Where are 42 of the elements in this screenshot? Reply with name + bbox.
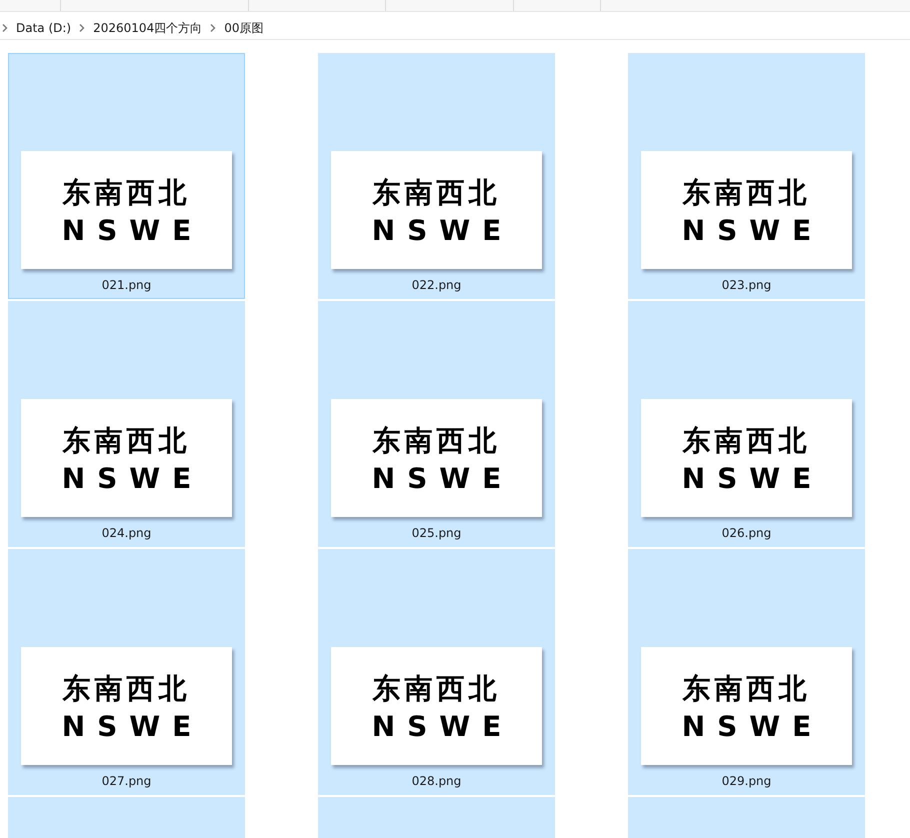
file-name: 023.png	[722, 278, 772, 292]
file-name: 029.png	[722, 774, 772, 788]
thumbnail-text: NSWE	[62, 462, 204, 494]
thumbnail-text: 东南西北	[682, 670, 810, 706]
breadcrumb-item[interactable]: 00原图	[224, 20, 264, 36]
thumbnail-text: NSWE	[372, 462, 514, 494]
thumbnail-text: NSWE	[682, 462, 824, 494]
thumbnail-text: NSWE	[682, 710, 824, 742]
file-tile[interactable]: 东南西北 NSWE 021.png	[8, 53, 245, 299]
file-name: 027.png	[102, 774, 152, 788]
breadcrumb-item[interactable]: 20260104四个方向	[93, 20, 202, 36]
breadcrumb-item[interactable]: Data (D:)	[16, 21, 72, 35]
file-name: 022.png	[412, 278, 462, 292]
file-name: 025.png	[412, 526, 462, 540]
thumbnail-text: 东南西北	[62, 174, 190, 210]
file-tile[interactable]: 东南西北 NSWE 027.png	[8, 549, 245, 795]
thumbnail-text: 东南西北	[682, 422, 810, 458]
file-tile[interactable]: 东南西北 NSWE 024.png	[8, 301, 245, 547]
file-name: 028.png	[412, 774, 462, 788]
thumbnail-text: NSWE	[372, 710, 514, 742]
thumbnail-text: 东南西北	[682, 174, 810, 210]
thumbnail-text: 东南西北	[62, 422, 190, 458]
chevron-icon	[79, 24, 86, 32]
file-tile[interactable]: 东南西北 NSWE 028.png	[318, 549, 555, 795]
file-name: 026.png	[722, 526, 772, 540]
file-name: 024.png	[102, 526, 152, 540]
chevron-icon	[210, 24, 216, 32]
thumbnail-text: NSWE	[372, 214, 514, 246]
thumbnail-text: 东南西北	[62, 670, 190, 706]
file-tile[interactable]: 东南西北 NSWE 025.png	[318, 301, 555, 547]
file-name: 021.png	[102, 278, 152, 292]
file-tile[interactable]: 东南西北 NSWE 029.png	[628, 549, 865, 795]
file-tile[interactable]: 东南西北 NSWE 022.png	[318, 53, 555, 299]
thumbnail-text: NSWE	[62, 214, 204, 246]
file-tile[interactable]: 东南西北 NSWE 023.png	[628, 53, 865, 299]
thumbnail-text: 东南西北	[372, 422, 500, 458]
thumbnail-text: NSWE	[682, 214, 824, 246]
thumbnail-text: 东南西北	[372, 174, 500, 210]
chevron-icon	[2, 24, 8, 32]
thumbnail-text: 东南西北	[372, 670, 500, 706]
thumbnail-text: NSWE	[62, 710, 204, 742]
file-tile[interactable]: 东南西北 NSWE 026.png	[628, 301, 865, 547]
